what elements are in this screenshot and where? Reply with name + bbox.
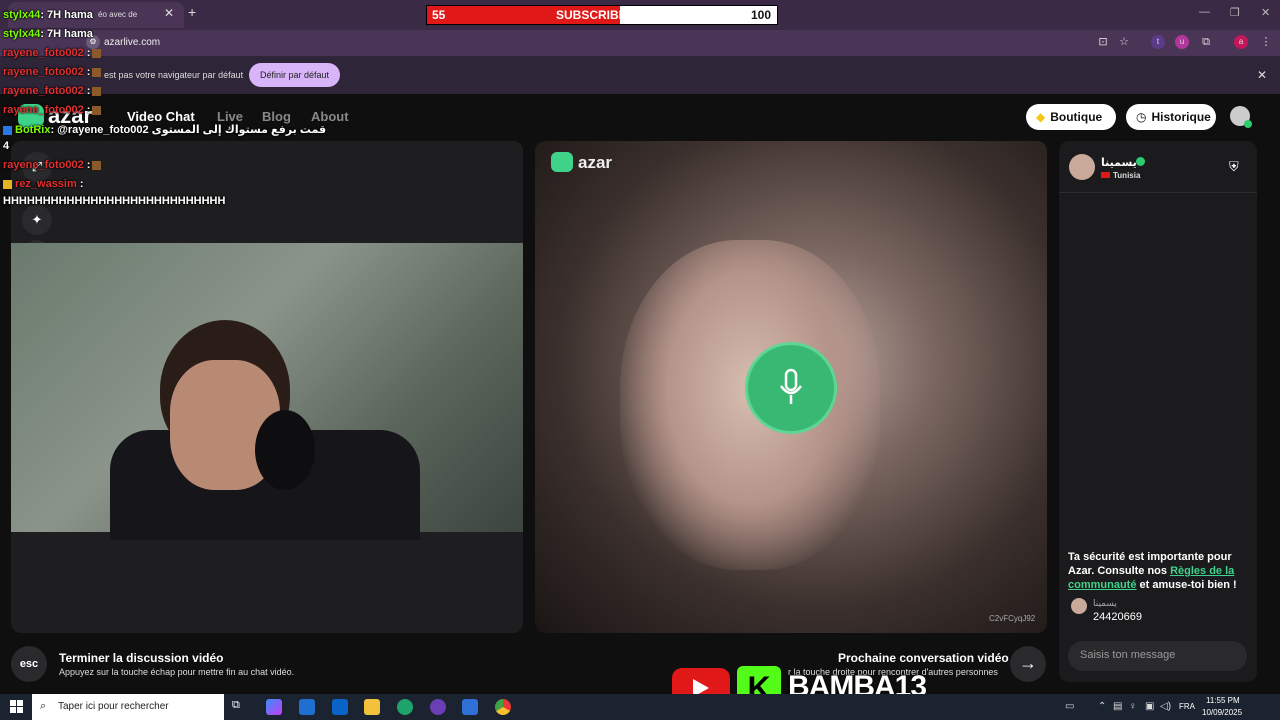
clock-date[interactable]: 10/09/2025 [1202, 708, 1242, 717]
volume-icon[interactable]: ◁) [1160, 701, 1171, 712]
tray-icon[interactable]: ▭ [1065, 701, 1074, 712]
end-chat-hint: Appuyez sur la touche échap pour mettre … [59, 667, 295, 677]
message-sender: يسمينا [1093, 598, 1117, 608]
subscriber-goal: 100 [751, 8, 772, 22]
edge-icon[interactable] [397, 699, 413, 715]
clock-icon: ◷ [1136, 110, 1147, 124]
boutique-label: Boutique [1050, 110, 1103, 124]
search-icon: ⌕ [40, 700, 47, 712]
online-status-dot [1244, 120, 1252, 128]
app-icon[interactable] [462, 699, 478, 715]
infobar-close-icon[interactable]: ✕ [1257, 68, 1267, 82]
report-shield-icon[interactable]: ⛨ [1229, 159, 1244, 175]
stream-chat-line: BotRix: @rayene_foto002 قمت برفع مستواك … [3, 123, 326, 136]
gem-icon: ◆ [1036, 110, 1046, 124]
chrome-icon[interactable] [495, 699, 511, 715]
stream-chat-line: rayene_foto002 : [3, 47, 102, 59]
azar-watermark: azar [578, 153, 613, 172]
infobar-text: est pas votre navigateur par défaut [104, 70, 244, 80]
video-session-id: C2vFCyqJ92 [989, 614, 1036, 623]
nav-live[interactable]: Live [217, 109, 243, 124]
menu-kebab-icon[interactable]: ⋮ [1259, 35, 1273, 49]
historique-label: Historique [1151, 110, 1211, 124]
extensions-puzzle-icon[interactable]: ⧉ [1199, 35, 1213, 49]
clock-time[interactable]: 11:55 PM [1206, 696, 1240, 705]
partner-country: Tunisia [1113, 171, 1141, 180]
extension-icon[interactable]: t [1151, 35, 1165, 49]
message-input[interactable]: Saisis ton message [1068, 641, 1247, 671]
microphone-tray-icon[interactable]: ♀ [1129, 701, 1137, 712]
stream-chat-line: stylx44: 7H hama [3, 9, 93, 21]
tab-close-icon[interactable]: ✕ [164, 6, 174, 20]
app-icon[interactable] [430, 699, 446, 715]
network-icon[interactable]: ▣ [1145, 701, 1154, 712]
stream-chat-line: HHHHHHHHHHHHHHHHHHHHHHHHHHHH [3, 195, 226, 207]
historique-button[interactable]: ◷ Historique [1126, 104, 1216, 130]
stream-chat-line: rayene_foto002 : [3, 104, 102, 116]
task-view-icon[interactable]: ⧉ [232, 699, 248, 715]
set-default-button[interactable]: Définir par défaut [249, 63, 340, 87]
address-bar[interactable] [0, 30, 1280, 56]
emote-icon [92, 67, 102, 77]
file-explorer-icon[interactable] [364, 699, 380, 715]
maximize-icon[interactable]: ❐ [1230, 6, 1240, 19]
tray-chevron-icon[interactable]: ⌃ [1098, 701, 1106, 712]
nav-blog[interactable]: Blog [262, 109, 291, 124]
partner-name: يسمينا [1101, 157, 1137, 169]
chat-divider [1059, 192, 1257, 193]
verified-badge-icon [1136, 157, 1145, 166]
taskbar-search-input[interactable]: Taper ici pour rechercher [32, 694, 224, 720]
nav-video-chat[interactable]: Video Chat [127, 109, 195, 124]
stream-chat-line: 4 [3, 140, 10, 152]
url-text[interactable]: azarlive.com [104, 37, 160, 48]
install-app-icon[interactable]: ⊡ [1096, 35, 1110, 49]
nav-about[interactable]: About [311, 109, 349, 124]
safety-text-b: et amuse-toi bien ! [1136, 579, 1237, 591]
language-indicator[interactable]: FRA [1179, 702, 1195, 711]
boutique-button[interactable]: ◆ Boutique [1026, 104, 1116, 130]
headset [255, 410, 315, 490]
microphone-icon [779, 368, 803, 404]
stream-chat-line: rez_wassim : [3, 178, 84, 190]
outlook-icon[interactable] [332, 699, 348, 715]
crown-badge-icon [3, 179, 12, 189]
store-icon[interactable] [299, 699, 315, 715]
subscriber-label: SUBSCRIBERS [556, 8, 644, 22]
esc-button[interactable]: esc [11, 646, 47, 682]
emote-icon [92, 48, 102, 58]
emote-icon [92, 105, 102, 115]
minimize-icon[interactable]: — [1199, 6, 1210, 18]
bot-badge-icon [3, 125, 12, 135]
profile-avatar[interactable]: a [1234, 35, 1248, 49]
tunisia-flag-icon [1101, 172, 1110, 178]
bookmark-star-icon[interactable]: ☆ [1117, 35, 1131, 49]
safety-notice: Ta sécurité est importante pour Azar. Co… [1068, 550, 1248, 592]
chat-panel [1059, 141, 1257, 682]
end-chat-title: Terminer la discussion vidéo [59, 651, 224, 665]
azar-watermark-icon [551, 152, 573, 172]
copilot-icon[interactable] [266, 699, 282, 715]
effects-sparkle-icon[interactable]: ✦ [22, 205, 52, 235]
emote-icon [92, 86, 102, 96]
partner-avatar[interactable] [1069, 154, 1095, 180]
stream-chat-line: rayene_foto002 : [3, 66, 102, 78]
new-tab-button[interactable]: + [188, 4, 196, 20]
message-text: 24420669 [1093, 611, 1142, 623]
next-arrow-button[interactable]: → [1010, 646, 1046, 682]
window-close-icon[interactable]: ✕ [1261, 6, 1270, 19]
stream-chat-line: rayene_foto002 : [3, 159, 102, 171]
emote-icon [92, 160, 102, 170]
message-avatar [1071, 598, 1087, 614]
subscriber-count: 55 [432, 8, 446, 22]
windows-start-icon[interactable] [10, 700, 23, 713]
next-chat-title: Prochaine conversation vidéo [838, 651, 1009, 665]
tab-title: éo avec de [98, 10, 138, 19]
stream-chat-line: stylx44: 7H hama [3, 28, 93, 40]
tray-icon[interactable]: ▤ [1113, 701, 1122, 712]
extension-icon[interactable]: u [1175, 35, 1189, 49]
stream-chat-line: rayene_foto002 : [3, 85, 102, 97]
